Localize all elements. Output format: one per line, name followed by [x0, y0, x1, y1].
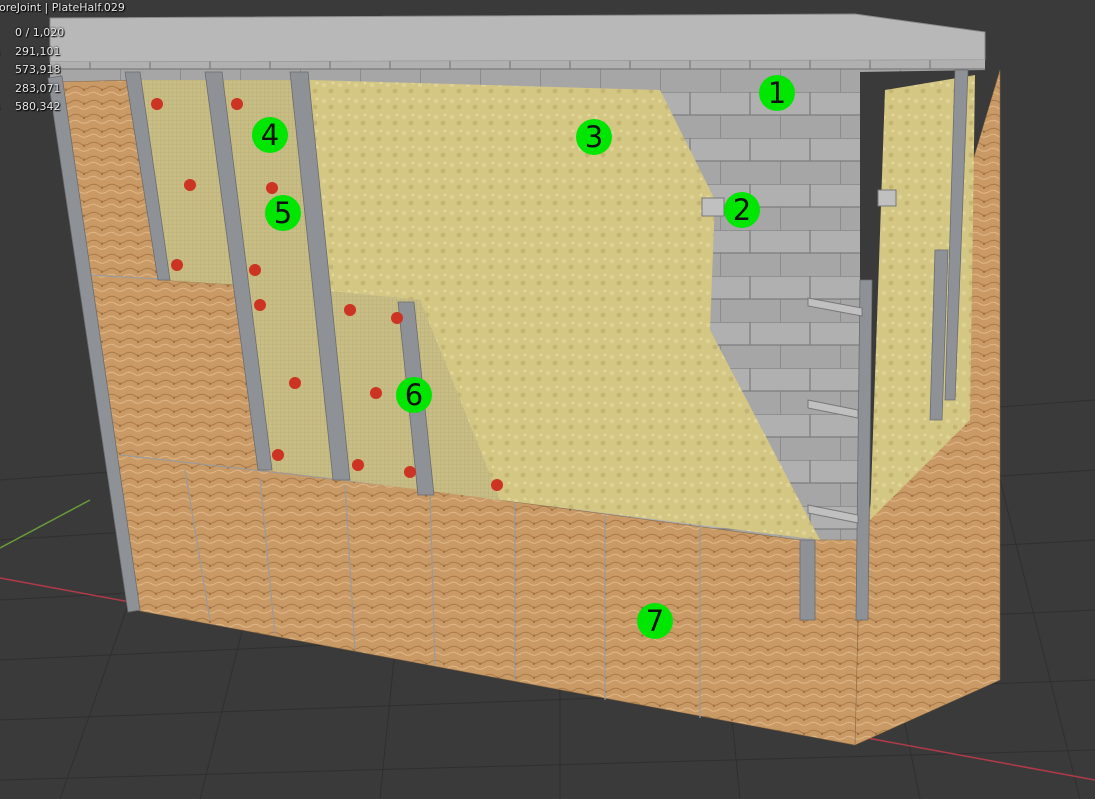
layer-marker-7: 7 [637, 603, 673, 639]
layer-marker-3: 3 [576, 119, 612, 155]
layer-marker-2: 2 [724, 192, 760, 228]
3d-viewport[interactable]: horeJoint | PlateHalf.029 0 / 1,020 s 29… [0, 0, 1095, 799]
concrete-top-slab [49, 13, 986, 63]
stat-row-edges: 573,918 [15, 63, 61, 76]
layer-marker-5: 5 [265, 195, 301, 231]
layer-marker-6: 6 [396, 377, 432, 413]
stat-row-triangles: s 580,342 [15, 100, 61, 113]
stat-row-objects: 0 / 1,020 [15, 26, 65, 39]
facade-model-scene[interactable] [0, 0, 1095, 799]
stat-row-faces: 283,071 [15, 81, 61, 95]
stat-row-vertices: s 291,101 [15, 44, 61, 58]
scene-statistics: 0 / 1,020 s 291,101 573,918 283,071 s 58… [0, 24, 64, 117]
y-axis-line [0, 499, 91, 549]
active-object-title: horeJoint | PlateHalf.029 [0, 1, 125, 14]
layer-marker-4: 4 [252, 117, 288, 153]
layer-marker-1: 1 [759, 75, 795, 111]
